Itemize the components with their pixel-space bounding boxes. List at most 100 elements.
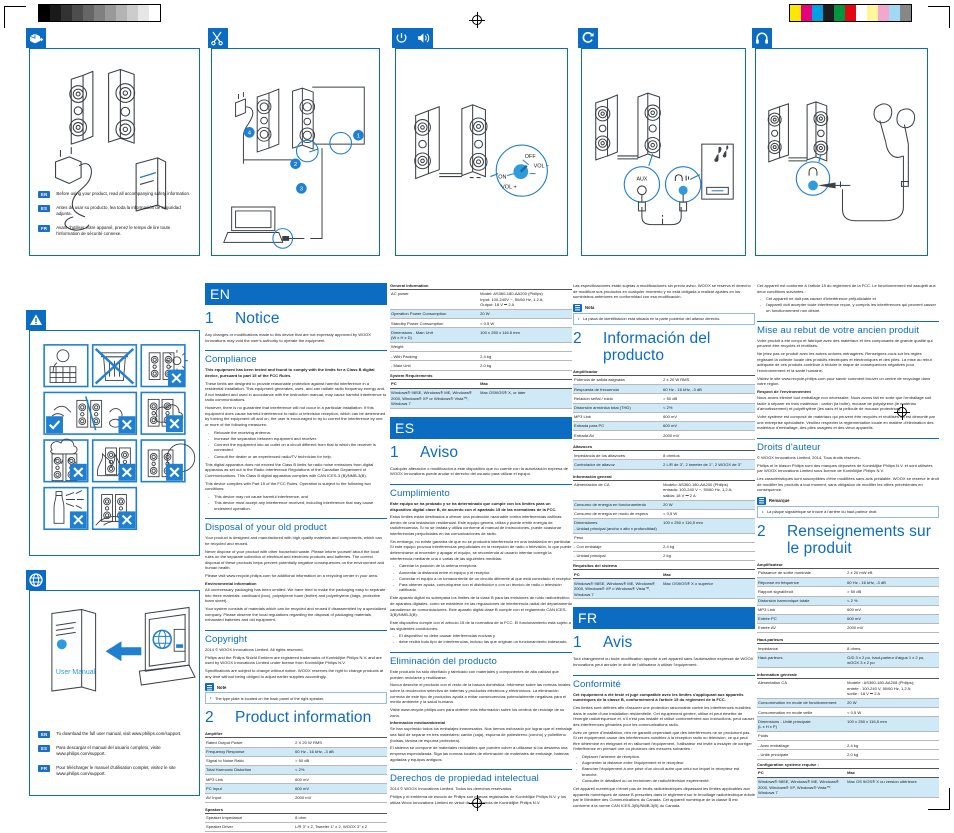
spec-key: Dimensions - Main Unit (W x H x D) (390, 327, 480, 343)
fr-copyright-p2: Philips et le blason Philips sont des ma… (757, 462, 933, 474)
en-disposal-p4: All unnecessary packaging has been omitt… (205, 587, 386, 604)
list-item: Para obtener ayuda, comuníquese con el d… (390, 582, 572, 593)
spec-key: Dimensions - Unité principale (L x H x P… (757, 716, 847, 733)
fr-speakers-title: Haut-parleurs (757, 637, 939, 645)
spec-key: Puissance de sortie nominale (757, 568, 847, 579)
spec-value: 100 x 250 x 116.5 mm (479, 327, 572, 343)
table-row: Operation Power Consumption 20 W (390, 309, 572, 320)
en-amplifier-table: Rated Output Power 2 X 20 W RMS Frequency… (205, 738, 387, 803)
es-compliance-p1: Estos límites están destinados a ofrecer… (390, 514, 562, 537)
safety-tile-no-sunlight (140, 439, 196, 483)
spec-value: G/D 3 x 2 po, haut-parleur d'aigus 1 x 2… (846, 652, 939, 669)
safety-tile-no-rain (43, 438, 89, 483)
table-row: Haut-parleurs G/D 3 x 2 po, haut-parleur … (757, 652, 939, 669)
table-row: Speaker Driver L/R 3" x 2, Tweeter 1" x 2… (205, 822, 387, 833)
spec-key: Consommation en mode veille (757, 707, 847, 718)
en-note-box: Note The type plate is located on the ba… (205, 683, 387, 705)
spec-key: Consumo de energía en modo de espera (573, 509, 663, 520)
heading-fr-compliance: Conformité (573, 674, 755, 690)
en-speakers-table: Speaker Impedance 8 ohm Speaker Driver L/R… (205, 813, 387, 833)
es-disposal-p5: El sistema se compone de materiales reci… (390, 745, 569, 762)
note-content: La placa de identificación está situada … (573, 312, 755, 325)
sysreq-header-pc: PC (573, 570, 663, 580)
table-row: Windows® 98SE, Windows® ME, Windows® 200… (390, 388, 572, 409)
en-disposal-p1: Your product is designed and manufacture… (205, 535, 382, 546)
list-item: debe recibir todo tipo de interferencias… (390, 639, 572, 645)
heading-es-product-info: 2 Información del producto (573, 330, 755, 364)
section-number: 1 (573, 634, 582, 652)
connection-illustration: 1 2 3 4 (212, 49, 379, 255)
en-compliance-p1: These limits are designed to provide rea… (205, 380, 387, 403)
en-copyright-p3: Specifications are subject to change wit… (205, 668, 384, 679)
panel-tab (26, 28, 46, 48)
heading-es-notice: 1 Aviso (390, 444, 572, 461)
panel-tab (26, 310, 46, 330)
panel-connection: 1 2 3 4 (208, 28, 380, 256)
spec-value: < 0,5 W (846, 707, 939, 718)
spec-key: Alimentation CA (757, 679, 847, 700)
language-bar-fr: FR (573, 607, 755, 630)
spec-value (479, 342, 572, 353)
spec-value: 8 ohms (846, 644, 939, 654)
column-fr-continued: Cet appareil est conforme à l'article 15… (757, 283, 939, 799)
es-disposal-p4: Se han suprimido todos los embalajes inn… (390, 726, 572, 743)
panel-tab (392, 28, 433, 48)
spec-key: Speaker Driver (205, 822, 295, 833)
table-row: Impédance 8 ohms (757, 644, 939, 654)
download-language-notes: EN To download the full user manual, vis… (38, 731, 193, 785)
lang-chip-en: EN (38, 731, 51, 738)
en-environment-title: Environmental information (205, 581, 257, 586)
sysreq-value-mac: Mac OS 9/OS® X ou version ultérieure (846, 777, 939, 798)
spec-value: 600 mV (662, 421, 755, 432)
es-disposal-p1: Este producto ha sido diseñado y fabrica… (390, 669, 559, 680)
spec-key: Potencia de salida asignada (573, 375, 663, 386)
language-note-row: FR Pour télécharger le manuel d'utilisat… (38, 764, 193, 778)
table-row: - Main Unit 2.0 kg (390, 360, 572, 371)
panel-frame: 1 2 3 4 (211, 48, 380, 256)
spec-key: Dimensiones - Unidad principal (ancho x … (573, 518, 663, 534)
panel-frame: AUX (581, 48, 746, 256)
spec-value (846, 731, 939, 742)
table-row: Entrada AV 2000 mV (573, 430, 755, 441)
spec-value: 2000 mV (294, 793, 387, 803)
es-copyright-p3: Las especificaciones están sujetas a mod… (573, 283, 751, 300)
spec-key: PC Input (205, 783, 295, 794)
spec-value: 20 W (479, 309, 572, 320)
fr-disposal-p3: Visitez le site www.recycle.philips.com … (757, 375, 931, 387)
spec-value: 100 x 250 x 116,5 mm (846, 716, 939, 733)
spec-key: Operation Power Consumption (390, 309, 480, 320)
es-sysreq-table: PC Mac Windows® 98SE, Windows® ME, Windo… (573, 570, 755, 600)
label-aux: AUX (636, 176, 647, 182)
spec-key: Haut-parleurs (757, 652, 847, 669)
table-row: Weight (390, 342, 572, 353)
es-copyright-p2: Philips y el emblema de escudo de Philip… (390, 793, 566, 805)
spec-key: - With Packing (390, 351, 480, 362)
section-title: Notice (235, 310, 280, 327)
es-environment-title: Información medioambiental (390, 720, 446, 726)
table-row: - Unité principale 2,0 kg (757, 749, 939, 760)
package-box-icon (29, 33, 44, 44)
manual-sheet: EN Before using your product, read all a… (0, 0, 954, 833)
en-disposal-p2: Never dispose of your product with other… (205, 548, 385, 571)
lang-text-es: Para descargar el manual del usuario com… (56, 745, 161, 757)
sysreq-header-pc: PC (757, 768, 847, 778)
registration-mark-top (469, 12, 485, 28)
list-item: Relocate the receiving antenna. (205, 430, 387, 436)
spec-key: Standby Power Consumption (390, 318, 480, 329)
en-compliance-bold: This equipment has been tested and found… (205, 367, 375, 378)
spec-key: Alimentación de CA (573, 480, 663, 501)
heading-en-notice: 1 Notice (205, 310, 387, 327)
spec-key: Réponse en fréquence (757, 577, 847, 588)
table-row: MP3 Link 600 mV (757, 605, 939, 615)
spec-value: < 2% (662, 403, 755, 413)
spec-value: > 50 dB (662, 393, 755, 404)
fr-sysreq-table: PC Mac Windows® 98SE, Windows® ME, Windo… (757, 768, 939, 798)
spec-value: Modelo: AS360-180-AA200 (Philips) entrad… (662, 480, 755, 501)
panel-aux-input: AUX (578, 28, 746, 256)
heading-es-compliance: Cumplimiento (390, 483, 572, 499)
panel-tab (578, 28, 598, 48)
spec-value: 100 x 250 x 116,5 mm (662, 518, 755, 534)
spec-key: Speaker Impedance (205, 813, 295, 823)
table-row: Windows® 98SE, Windows® ME, Windows® 200… (757, 777, 939, 798)
lang-chip-en: EN (38, 191, 51, 198)
